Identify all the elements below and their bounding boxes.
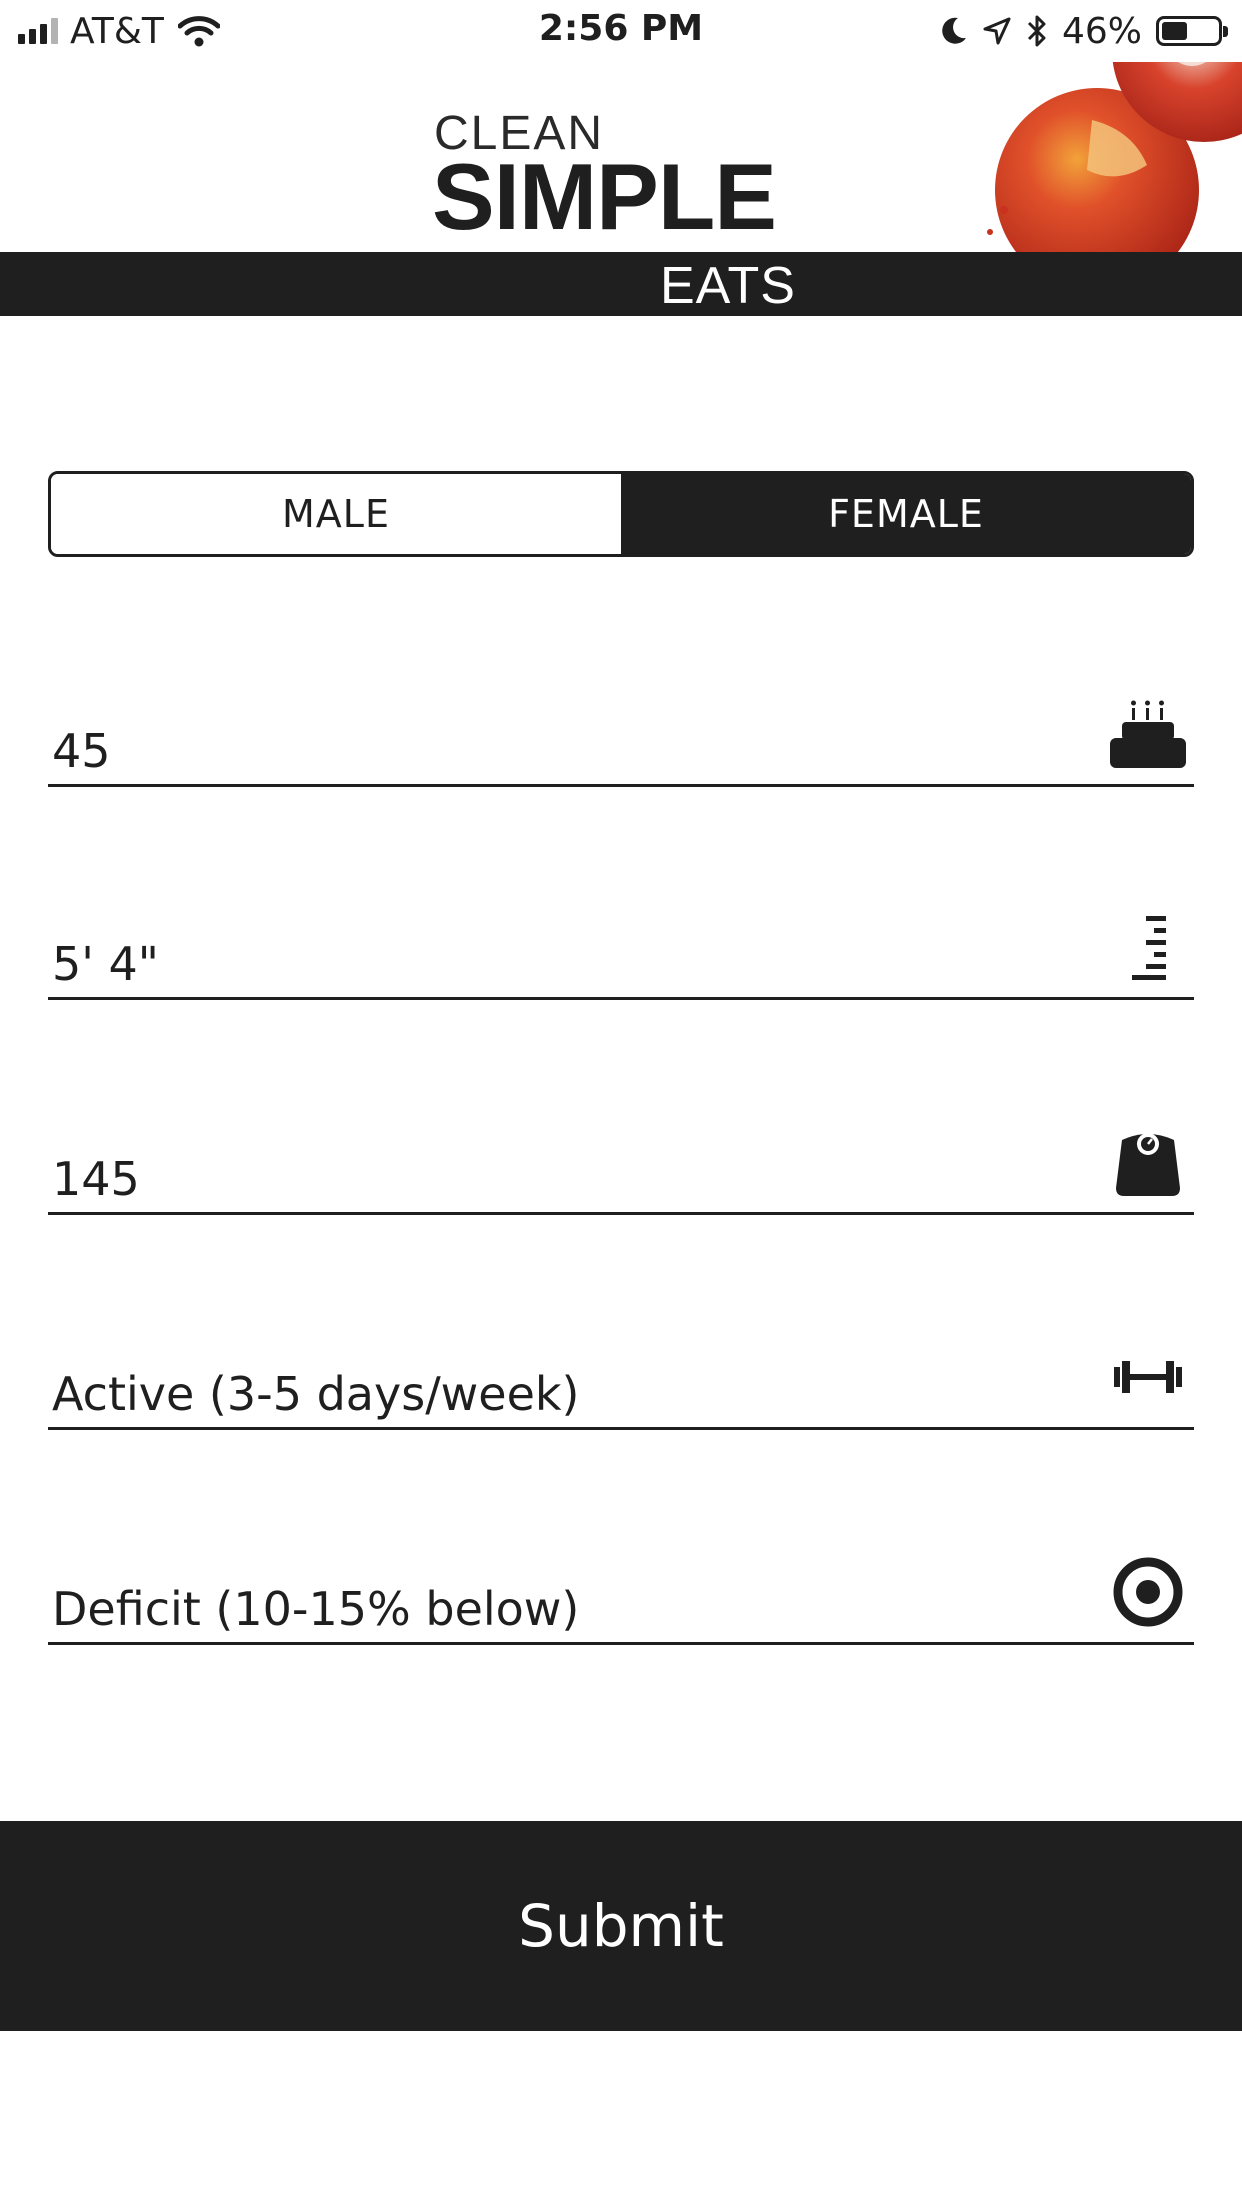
goal-value: Deficit (10-15% below): [52, 1582, 580, 1636]
scale-icon: [1108, 1122, 1188, 1202]
battery-icon: [1156, 16, 1228, 46]
activity-value: Active (3-5 days/week): [52, 1367, 580, 1421]
dumbbell-icon: [1108, 1337, 1188, 1417]
location-icon: [983, 17, 1011, 45]
battery-percent: 46%: [1061, 10, 1142, 52]
weight-value: 145: [52, 1152, 140, 1206]
age-field[interactable]: 45: [48, 687, 1194, 787]
height-field[interactable]: 5' 4": [48, 900, 1194, 1000]
app-header: CLEAN SIMPLE: [0, 62, 1242, 252]
weight-field[interactable]: 145: [48, 1115, 1194, 1215]
activity-field[interactable]: Active (3-5 days/week): [48, 1330, 1194, 1430]
ruler-icon: [1108, 907, 1188, 987]
cake-icon: [1108, 694, 1188, 774]
submit-button[interactable]: Submit: [0, 1821, 1242, 2031]
status-bar: AT&T 2:56 PM 46%: [0, 0, 1242, 62]
target-icon: [1108, 1552, 1188, 1632]
age-value: 45: [52, 724, 111, 778]
goal-field[interactable]: Deficit (10-15% below): [48, 1545, 1194, 1645]
logo-simple: SIMPLE: [432, 144, 777, 249]
tomato-illustration: [987, 62, 1242, 252]
gender-segmented-control: MALE FEMALE: [48, 471, 1194, 557]
moon-icon: [942, 17, 966, 44]
bluetooth-icon: [1027, 15, 1046, 47]
male-option[interactable]: MALE: [51, 474, 621, 554]
height-value: 5' 4": [52, 937, 159, 991]
logo-eats: EATS: [660, 257, 796, 315]
female-option[interactable]: FEMALE: [621, 474, 1191, 554]
logo-eats-bar: EATS: [0, 252, 1242, 316]
